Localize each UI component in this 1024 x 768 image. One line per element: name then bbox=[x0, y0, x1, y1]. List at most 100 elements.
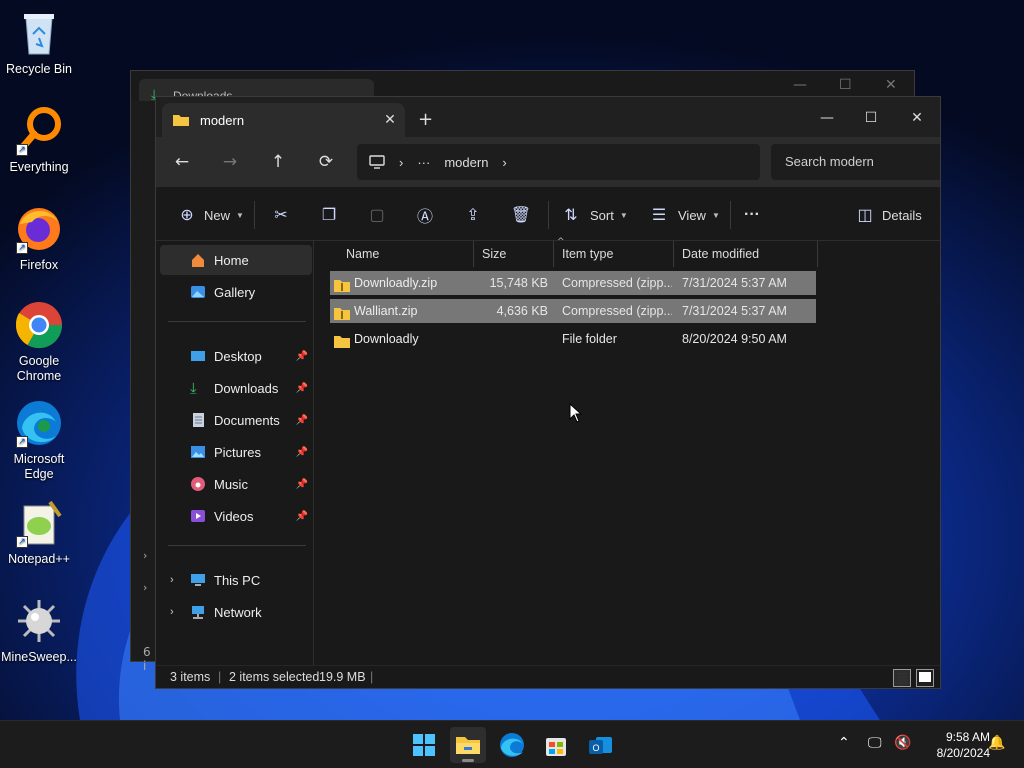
sidebar-item-label: Gallery bbox=[214, 284, 256, 300]
sidebar-item-label: Home bbox=[214, 252, 249, 268]
chevron-right-icon[interactable]: › bbox=[170, 606, 174, 618]
pin-icon[interactable]: 📌 bbox=[296, 479, 308, 490]
clock-time: 9:58 AM bbox=[945, 730, 990, 744]
sidebar-item-downloads[interactable]: ⤓ Downloads 📌 bbox=[160, 373, 312, 403]
notifications-bell-icon[interactable]: 🔔 bbox=[988, 735, 1005, 751]
maximize-button[interactable]: ☐ bbox=[848, 103, 894, 133]
file-row[interactable]: Downloadly.zip 15,748 KB Compressed (zip… bbox=[330, 271, 816, 295]
pin-icon[interactable]: 📌 bbox=[296, 415, 308, 426]
network-status-icon[interactable]: 🖵 bbox=[868, 735, 882, 751]
new-tab-button[interactable]: + bbox=[418, 109, 433, 130]
sidebar-item-network[interactable]: › Network bbox=[160, 597, 312, 627]
desktop-icon-everything[interactable]: ↗ Everything bbox=[0, 106, 78, 175]
sidebar-item-home[interactable]: Home bbox=[160, 245, 312, 275]
breadcrumb-modern[interactable]: modern bbox=[444, 155, 488, 170]
address-bar[interactable]: › ··· modern › bbox=[357, 144, 760, 180]
column-header-size[interactable]: Size bbox=[474, 241, 554, 267]
column-header-date[interactable]: Date modified bbox=[674, 241, 818, 267]
downloads-icon: ⤓ bbox=[190, 380, 197, 397]
sidebar-item-desktop[interactable]: Desktop 📌 bbox=[160, 341, 312, 371]
details-pane-button[interactable]: ◫ Details bbox=[854, 202, 921, 228]
chevron-down-icon: ▼ bbox=[711, 210, 720, 220]
breadcrumb-separator[interactable]: › bbox=[399, 155, 403, 170]
desktop-icon-chrome[interactable]: Google Chrome bbox=[0, 300, 78, 384]
sidebar-divider bbox=[168, 545, 306, 546]
file-row[interactable]: Walliant.zip 4,636 KB Compressed (zipp..… bbox=[330, 299, 816, 323]
desktop-icon-recycle-bin[interactable]: Recycle Bin bbox=[0, 8, 78, 77]
file-type: File folder bbox=[562, 332, 617, 346]
sidebar-item-pictures[interactable]: Pictures 📌 bbox=[160, 437, 312, 467]
toolbar-divider bbox=[548, 201, 549, 229]
view-button[interactable]: ☰ View ▼ bbox=[648, 202, 720, 228]
background-maximize-button[interactable]: ☐ bbox=[839, 77, 852, 93]
desktop-icon-firefox[interactable]: ↗ Firefox bbox=[0, 204, 78, 273]
edge-icon: ↗ bbox=[14, 398, 64, 448]
rename-button[interactable]: Ⓐ bbox=[414, 202, 436, 228]
music-icon bbox=[190, 476, 208, 492]
up-button[interactable]: ↑ bbox=[262, 149, 294, 177]
file-type: Compressed (zipp... bbox=[562, 276, 672, 290]
file-name: Downloadly.zip bbox=[354, 276, 438, 290]
background-minimize-button[interactable]: — bbox=[793, 77, 807, 93]
search-input[interactable]: Search modern bbox=[771, 144, 940, 180]
taskbar-store[interactable] bbox=[538, 727, 574, 763]
desktop-icon-label: MineSweep... bbox=[1, 650, 77, 664]
show-hidden-icons-button[interactable]: ⌃ bbox=[838, 735, 850, 751]
background-close-button[interactable]: ✕ bbox=[885, 77, 897, 93]
tiles-view-button[interactable] bbox=[916, 669, 934, 687]
pin-icon[interactable]: 📌 bbox=[296, 383, 308, 394]
volume-muted-icon[interactable]: 🔇 bbox=[894, 735, 911, 751]
pin-icon[interactable]: 📌 bbox=[296, 511, 308, 522]
mouse-cursor-icon bbox=[569, 403, 583, 423]
close-button[interactable]: ✕ bbox=[894, 103, 940, 133]
back-button[interactable]: ← bbox=[166, 149, 198, 177]
breadcrumb-separator[interactable]: › bbox=[502, 155, 506, 170]
desktop-icon-label: Microsoft Edge bbox=[13, 452, 65, 481]
file-explorer-window[interactable]: modern ✕ + — ☐ ✕ ← → ↑ ⟳ › ··· modern › … bbox=[155, 96, 941, 689]
taskbar-outlook[interactable]: O bbox=[582, 727, 618, 763]
taskbar-edge[interactable] bbox=[494, 727, 530, 763]
sidebar-item-gallery[interactable]: Gallery bbox=[160, 277, 312, 307]
minesweeper-icon bbox=[14, 596, 64, 646]
clock[interactable]: 9:58 AM 8/20/2024 bbox=[918, 729, 990, 761]
column-header-name[interactable]: Name bbox=[338, 241, 474, 267]
copy-button[interactable]: ❐ bbox=[318, 202, 340, 228]
forward-button[interactable]: → bbox=[214, 149, 246, 177]
start-button[interactable] bbox=[406, 727, 442, 763]
more-options-button[interactable]: ··· bbox=[744, 202, 760, 228]
column-header-type[interactable]: Item type bbox=[554, 241, 674, 267]
file-name: Walliant.zip bbox=[354, 304, 418, 318]
chevron-right-icon[interactable]: › bbox=[170, 574, 174, 586]
sidebar-item-documents[interactable]: Documents 📌 bbox=[160, 405, 312, 435]
details-view-button[interactable] bbox=[893, 669, 911, 687]
start-icon bbox=[413, 734, 435, 756]
delete-button[interactable]: 🗑 bbox=[510, 202, 532, 228]
status-bar: 3 items | 2 items selected 19.9 MB | bbox=[156, 665, 940, 688]
tiles-view-icon bbox=[919, 672, 931, 682]
file-name: Downloadly bbox=[354, 332, 419, 346]
file-row[interactable]: Downloadly File folder 8/20/2024 9:50 AM bbox=[330, 327, 816, 351]
navigation-bar: ← → ↑ ⟳ › ··· modern › Search modern bbox=[156, 137, 940, 187]
new-button[interactable]: ⊕ New ▼ bbox=[176, 202, 244, 228]
tab-close-icon[interactable]: ✕ bbox=[375, 112, 405, 128]
paste-button[interactable]: ▢ bbox=[366, 202, 388, 228]
pin-icon[interactable]: 📌 bbox=[296, 351, 308, 362]
desktop-icon-minesweeper[interactable]: MineSweep... bbox=[0, 596, 78, 665]
desktop-icon-edge[interactable]: ↗ Microsoft Edge bbox=[0, 398, 78, 482]
sidebar-item-videos[interactable]: Videos 📌 bbox=[160, 501, 312, 531]
minimize-button[interactable]: — bbox=[804, 103, 850, 133]
sidebar-item-music[interactable]: Music 📌 bbox=[160, 469, 312, 499]
share-button[interactable]: ⇪ bbox=[462, 202, 484, 228]
pin-icon[interactable]: 📌 bbox=[296, 447, 308, 458]
desktop-icon-notepadpp[interactable]: ↗ Notepad++ bbox=[0, 498, 78, 567]
tab-modern[interactable]: modern ✕ bbox=[162, 103, 405, 137]
sort-button[interactable]: ⇅ Sort ▼ bbox=[560, 202, 627, 228]
taskbar-file-explorer[interactable] bbox=[450, 727, 486, 763]
running-indicator bbox=[462, 759, 474, 762]
shortcut-arrow-icon: ↗ bbox=[16, 536, 28, 548]
cut-button[interactable]: ✂ bbox=[270, 202, 292, 228]
more-options-label: ··· bbox=[744, 206, 760, 223]
sidebar-item-this-pc[interactable]: › This PC bbox=[160, 565, 312, 595]
breadcrumb-more[interactable]: ··· bbox=[417, 155, 430, 170]
refresh-button[interactable]: ⟳ bbox=[310, 149, 342, 177]
